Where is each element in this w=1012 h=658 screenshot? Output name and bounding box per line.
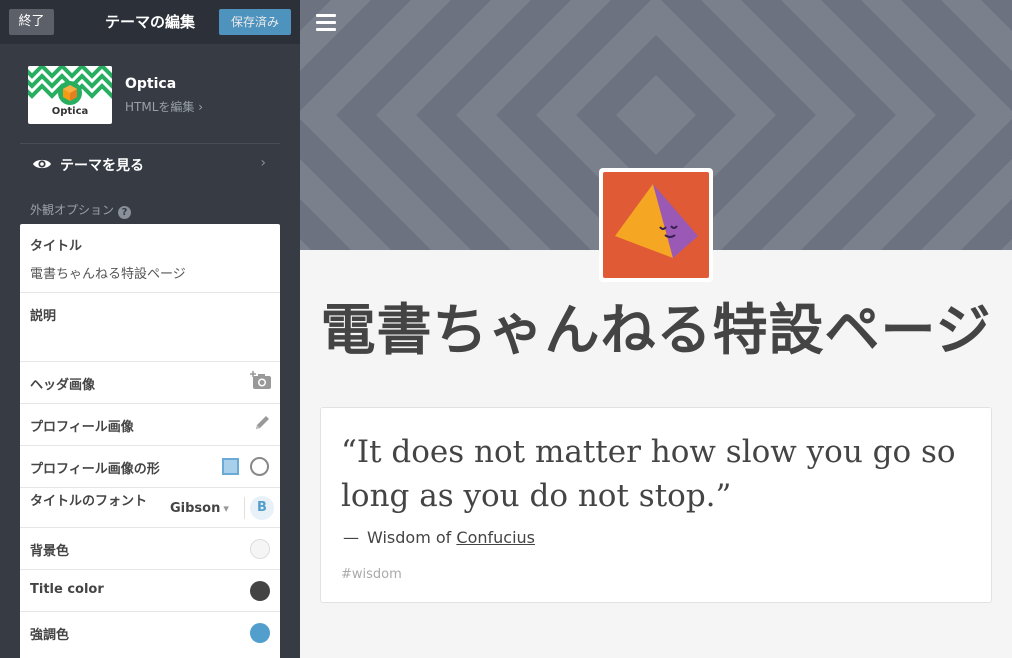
customize-sidebar: 終了 テーマの編集 保存済み Optica Optica HTMLを編集 › テ… — [0, 0, 300, 658]
accent-color-swatch[interactable] — [250, 623, 270, 643]
sidebar-topbar: 終了 テーマの編集 保存済み — [0, 0, 300, 44]
source-prefix: Wisdom of — [367, 528, 452, 547]
blog-preview: 電書ちゃんねる特設ページ “It does not matter how slo… — [300, 0, 1012, 658]
theme-card: Optica Optica HTMLを編集 › — [0, 44, 300, 144]
title-font-label: タイトルのフォント — [30, 494, 148, 509]
title-option[interactable]: タイトル 電書ちゃんねる特設ページ — [20, 224, 280, 293]
description-option[interactable]: 説明 — [20, 293, 280, 362]
background-color-option: 背景色 — [20, 528, 280, 570]
add-photo-icon[interactable] — [250, 371, 272, 395]
theme-thumbnail[interactable]: Optica — [28, 66, 112, 124]
circle-shape-toggle[interactable] — [250, 457, 269, 476]
chevron-down-icon: ▾ — [223, 502, 229, 515]
chevron-right-icon: › — [260, 155, 266, 171]
header-image-label: ヘッダ画像 — [30, 378, 96, 393]
square-shape-toggle[interactable] — [222, 458, 239, 475]
quote-post: “It does not matter how slow you go so l… — [320, 407, 992, 603]
source-link[interactable]: Confucius — [456, 528, 535, 547]
view-theme-button[interactable]: テーマを見る › — [20, 143, 280, 185]
post-tag[interactable]: #wisdom — [341, 567, 402, 582]
title-option-label: タイトル — [30, 239, 83, 254]
blog-title: 電書ちゃんねる特設ページ — [320, 298, 992, 362]
profile-shape-option: プロフィール画像の形 — [20, 446, 280, 488]
saved-button[interactable]: 保存済み — [219, 9, 291, 35]
bold-toggle[interactable]: B — [250, 496, 274, 520]
background-color-label: 背景色 — [30, 544, 70, 559]
eye-icon — [32, 156, 52, 175]
title-color-option: Title color — [20, 570, 280, 612]
avatar — [599, 168, 713, 282]
avatar-image — [603, 172, 709, 278]
options-panel: タイトル 電書ちゃんねる特設ページ 説明 ヘッダ画像 プロフィール画像 プロフィ… — [20, 224, 280, 658]
pencil-icon[interactable] — [252, 413, 272, 437]
background-color-swatch[interactable] — [250, 539, 270, 559]
edit-html-link[interactable]: HTMLを編集 › — [125, 98, 203, 115]
theme-name: Optica — [125, 76, 177, 92]
title-font-option: タイトルのフォント Gibson ▾ B — [20, 488, 280, 528]
quote-text: “It does not matter how slow you go so l… — [341, 434, 956, 514]
accent-color-label: 強調色 — [30, 628, 70, 643]
hamburger-menu-icon[interactable] — [316, 14, 336, 32]
font-select[interactable]: Gibson ▾ — [170, 501, 229, 516]
view-theme-label: テーマを見る — [60, 158, 144, 174]
profile-shape-label: プロフィール画像の形 — [30, 462, 160, 477]
description-option-label: 説明 — [30, 309, 57, 324]
theme-thumb-label: Optica — [51, 106, 89, 117]
quote-source: — Wisdom of Confucius — [343, 528, 535, 547]
divider — [244, 497, 245, 519]
title-color-swatch[interactable] — [250, 581, 270, 601]
accent-color-option: 強調色 — [20, 612, 280, 654]
font-select-value: Gibson — [170, 501, 221, 516]
title-input[interactable]: 電書ちゃんねる特設ページ — [30, 263, 186, 282]
title-color-label: Title color — [30, 582, 104, 597]
appearance-options-heading: 外観オプション? — [30, 201, 132, 219]
source-dash: — — [343, 528, 359, 547]
help-icon[interactable]: ? — [118, 206, 132, 219]
exit-button[interactable]: 終了 — [9, 9, 54, 35]
header-image-option[interactable]: ヘッダ画像 — [20, 362, 280, 404]
profile-image-label: プロフィール画像 — [30, 420, 134, 435]
appearance-options-label: 外観オプション — [30, 203, 115, 217]
profile-image-option[interactable]: プロフィール画像 — [20, 404, 280, 446]
